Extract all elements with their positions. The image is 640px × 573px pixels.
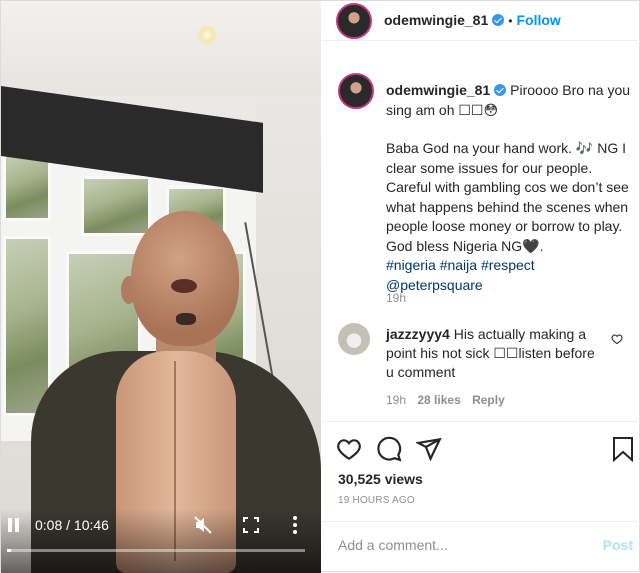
verified-badge-icon — [494, 84, 507, 96]
post-header: odemwingie_81 • Follow — [322, 1, 640, 41]
video-progress-fill — [7, 549, 11, 552]
comment-likes[interactable]: 28 likes — [417, 393, 460, 407]
verified-badge-icon — [492, 14, 505, 26]
follow-button[interactable]: Follow — [516, 12, 560, 28]
caption-body: Baba God na your hand work. 🎶 NG I clear… — [386, 140, 629, 254]
separator-dot: • — [508, 14, 513, 28]
video-progress-bar[interactable] — [7, 549, 305, 552]
comment-input[interactable]: Add a comment... — [338, 537, 448, 553]
view-count[interactable]: 30,525 views — [338, 471, 423, 487]
caption-avatar[interactable] — [338, 73, 374, 109]
caption-time[interactable]: 19h — [386, 291, 406, 305]
save-bookmark-icon[interactable] — [612, 436, 634, 462]
pause-icon[interactable] — [7, 518, 21, 532]
author-avatar[interactable] — [336, 3, 372, 39]
video-player[interactable]: 0:08 / 10:46 — [1, 1, 321, 573]
comment-time[interactable]: 19h — [386, 393, 406, 407]
caption-username[interactable]: odemwingie_81 — [386, 82, 490, 98]
post-timestamp: 19 HOURS AGO — [338, 495, 415, 506]
post-comment-button[interactable]: Post — [603, 537, 633, 553]
share-paper-plane-icon[interactable] — [416, 436, 442, 462]
ceiling — [1, 1, 321, 96]
add-comment-bar: Add a comment... Post — [322, 521, 640, 573]
instagram-post: 0:08 / 10:46 odemwingie_81 • Follow odemwi… — [0, 0, 640, 573]
like-heart-icon[interactable] — [336, 436, 362, 462]
ceiling-light — [197, 25, 217, 45]
like-comment-heart-icon[interactable] — [611, 333, 623, 345]
comment: jazzzyyy4 His actually making a point hi… — [386, 325, 606, 382]
mute-icon[interactable] — [193, 515, 213, 535]
caption-hashtags[interactable]: #nigeria #naija #respect — [386, 256, 636, 276]
author-username[interactable]: odemwingie_81 — [384, 12, 488, 28]
commenter-avatar[interactable] — [338, 323, 370, 355]
comment-meta: 19h 28 likes Reply — [386, 393, 505, 407]
comment-bubble-icon[interactable] — [376, 436, 402, 462]
caption-mention[interactable]: @peterpsquare — [386, 276, 636, 296]
comment-username[interactable]: jazzzyyy4 — [386, 326, 450, 342]
more-options-icon[interactable] — [292, 515, 298, 535]
video-time: 0:08 / 10:46 — [35, 517, 109, 533]
fullscreen-icon[interactable] — [243, 517, 259, 533]
comment-reply-button[interactable]: Reply — [472, 393, 505, 407]
post-side-panel: odemwingie_81 • Follow odemwingie_81 Piroo… — [322, 1, 640, 573]
action-bar — [322, 421, 640, 462]
